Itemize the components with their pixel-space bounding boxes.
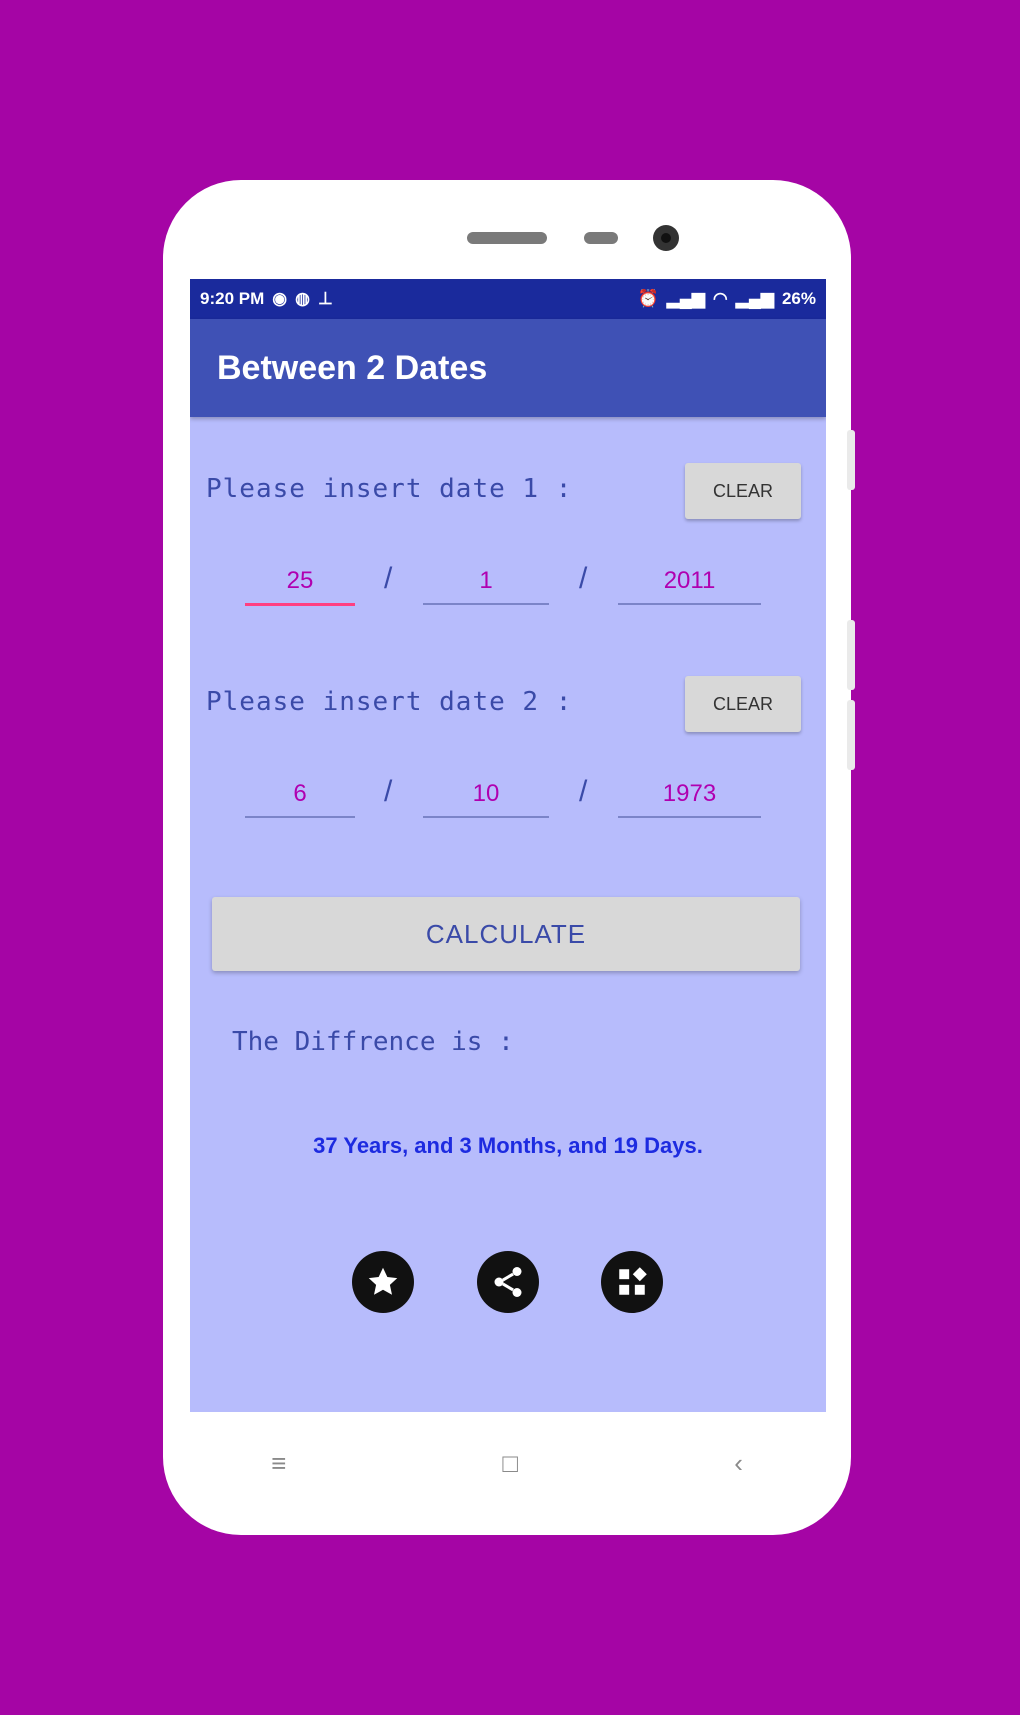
back-button[interactable]: ‹ <box>734 1448 743 1479</box>
main-content: Please insert date 1 : CLEAR / / Please … <box>190 417 826 1412</box>
usb-icon: ⊥ <box>317 289 333 308</box>
share-icon <box>494 1267 522 1297</box>
apps-icon <box>619 1267 647 1295</box>
signal-icon: ▂▄▆ <box>666 289 705 308</box>
date1-separator-2: / <box>579 562 588 595</box>
proximity-sensor <box>584 232 618 244</box>
volume-up-button <box>847 620 855 690</box>
date2-day-input[interactable] <box>245 772 355 818</box>
star-icon <box>368 1267 398 1295</box>
date1-label: Please insert date 1 : <box>206 474 573 504</box>
status-time: 9:20 PM <box>200 289 265 308</box>
date2-separator-1: / <box>384 775 393 808</box>
date1-separator-1: / <box>384 562 393 595</box>
earpiece-speaker <box>467 232 547 244</box>
eye-icon: ◉ <box>272 289 288 308</box>
phone-frame: 9:20 PM ◉ ◍ ⊥ ⏰ ▂▄▆ ◠ ▂▄▆ 26% Between 2 … <box>163 180 855 1535</box>
notification-icon: ◍ <box>295 289 310 308</box>
recent-apps-button[interactable]: ≡ <box>271 1448 286 1479</box>
status-bar: 9:20 PM ◉ ◍ ⊥ ⏰ ▂▄▆ ◠ ▂▄▆ 26% <box>190 279 826 319</box>
front-camera <box>653 225 679 251</box>
clear-date1-button[interactable]: CLEAR <box>685 463 801 519</box>
more-apps-button[interactable] <box>601 1251 663 1313</box>
navigation-bar: ≡ □ ‹ <box>163 1412 851 1535</box>
date1-day-input[interactable] <box>245 559 355 606</box>
home-button[interactable]: □ <box>502 1448 518 1479</box>
result-text: 37 Years, and 3 Months, and 19 Days. <box>313 1133 703 1158</box>
app-bar: Between 2 Dates <box>190 319 826 417</box>
share-button[interactable] <box>477 1251 539 1313</box>
clear-date2-button[interactable]: CLEAR <box>685 676 801 732</box>
power-button <box>847 430 855 490</box>
rate-star-button[interactable] <box>352 1251 414 1313</box>
volume-down-button <box>847 700 855 770</box>
app-title: Between 2 Dates <box>217 348 488 387</box>
wifi-icon: ◠ <box>712 289 728 308</box>
signal-icon-2: ▂▄▆ <box>735 289 774 308</box>
date2-month-input[interactable] <box>423 772 549 818</box>
battery-text: 26% <box>781 289 816 308</box>
calculate-button[interactable]: CALCULATE <box>212 897 800 971</box>
date2-year-input[interactable] <box>618 772 761 818</box>
date2-label: Please insert date 2 : <box>206 687 573 717</box>
date1-year-input[interactable] <box>618 559 761 605</box>
date2-separator-2: / <box>579 775 588 808</box>
alarm-icon: ⏰ <box>637 289 659 308</box>
date1-month-input[interactable] <box>423 559 549 605</box>
difference-label: The Diffrence is : <box>232 1027 514 1057</box>
app-screen: 9:20 PM ◉ ◍ ⊥ ⏰ ▂▄▆ ◠ ▂▄▆ 26% Between 2 … <box>190 279 826 1412</box>
